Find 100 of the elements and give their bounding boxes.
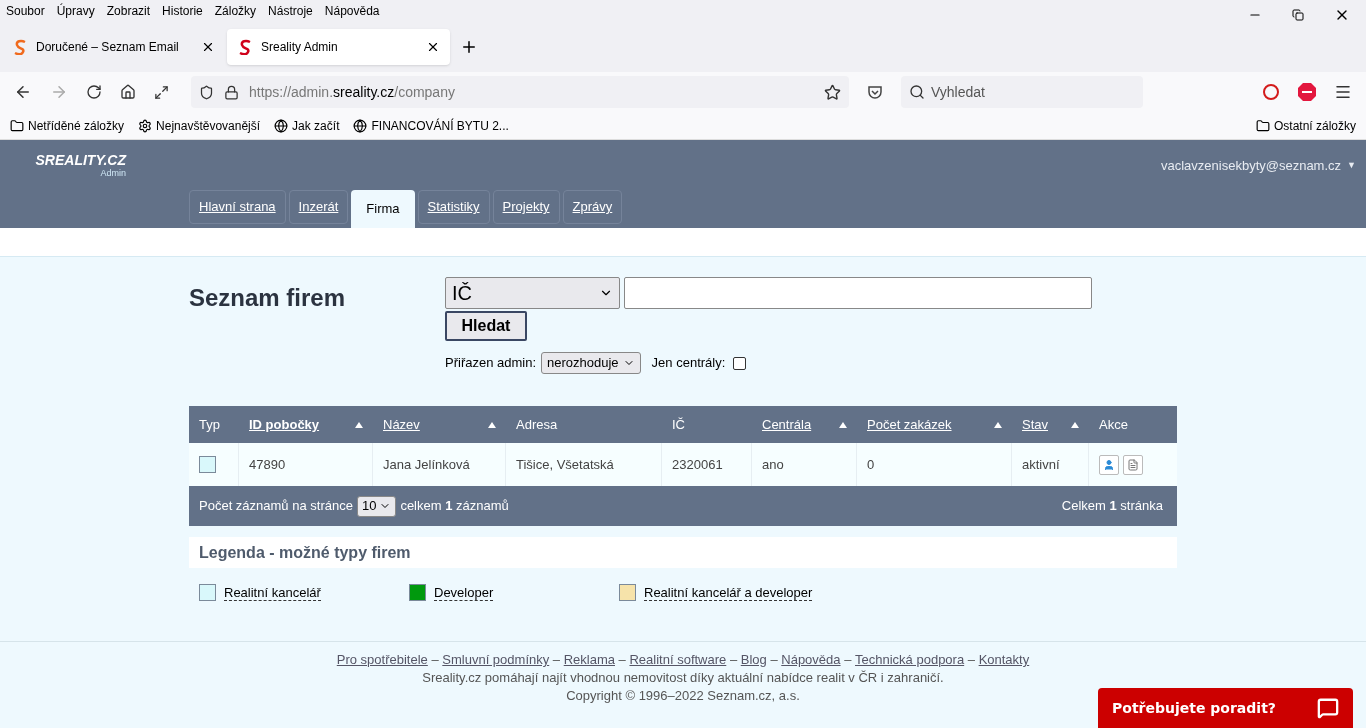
menu-item[interactable]: Soubor — [6, 2, 45, 20]
bookmark-star-icon[interactable] — [824, 83, 841, 101]
central-checkbox[interactable] — [733, 356, 747, 370]
sort-arrow-icon[interactable] — [994, 421, 1002, 428]
table-cell-text: 0 — [867, 455, 875, 474]
menu-item[interactable]: Záložky — [214, 2, 257, 20]
nav-tab[interactable]: Inzerát — [288, 190, 349, 224]
nav-tab[interactable]: Firma — [351, 190, 415, 228]
browser-tab[interactable]: Sreality Admin — [227, 29, 450, 65]
query-input[interactable] — [624, 277, 1092, 309]
footer-link[interactable]: Technická podpora — [855, 651, 965, 669]
table-cell-text: 2320061 — [672, 455, 723, 474]
footer-separator: – — [430, 651, 440, 669]
bookmark-item[interactable]: Ostatní záložky — [1255, 116, 1356, 135]
pocket-icon[interactable] — [867, 84, 883, 100]
column-header: Akce — [1099, 415, 1128, 434]
person-icon — [1103, 458, 1115, 471]
column-header[interactable]: Centrála — [762, 414, 812, 435]
sort-arrow-icon[interactable] — [488, 421, 496, 428]
footer-link[interactable]: Reklama — [563, 651, 615, 669]
field-select[interactable]: IČ — [445, 277, 620, 309]
new-tab-icon[interactable] — [460, 38, 478, 56]
chat-button[interactable]: Potřebujete poradit? — [1098, 688, 1353, 728]
reload-icon[interactable] — [86, 84, 102, 100]
footer-separator: – — [769, 651, 779, 669]
bookmark-item[interactable]: FINANCOVÁNÍ BYTU 2... — [353, 116, 509, 135]
back-icon[interactable] — [14, 83, 32, 101]
search-icon — [909, 84, 925, 100]
sort-arrow-icon[interactable] — [839, 421, 847, 428]
column-header: Typ — [199, 415, 220, 434]
bookmark-item[interactable]: Jak začít — [274, 116, 340, 135]
close-tab-icon[interactable] — [201, 40, 215, 54]
search-input[interactable]: Vyhledat — [931, 81, 1131, 103]
legend-label: Developer — [434, 584, 494, 601]
column-header[interactable]: Název — [383, 414, 420, 435]
menu-item[interactable]: Nástroje — [268, 2, 313, 20]
table-cell-text: 47890 — [249, 455, 286, 474]
footer-link[interactable]: Nápověda — [781, 651, 841, 669]
legend-label: Realitní kancelář a developer — [644, 584, 813, 601]
bookmark-item[interactable]: Nejnavštěvovanější — [138, 116, 261, 135]
menu-item[interactable]: Úpravy — [56, 2, 95, 20]
nav-tab[interactable]: Projekty — [492, 190, 560, 224]
table-cell-text: aktivní — [1022, 455, 1060, 474]
lock-icon — [224, 84, 239, 100]
document-action-button[interactable] — [1123, 454, 1143, 475]
footer-separator: – — [617, 651, 627, 669]
document-icon — [1127, 458, 1139, 471]
browser-tab[interactable]: Doručené – Seznam Email — [2, 29, 225, 65]
shield-icon[interactable] — [199, 84, 214, 100]
logo-subtitle: Admin — [100, 167, 126, 180]
expand-icon[interactable] — [154, 84, 169, 100]
sort-arrow-icon[interactable] — [1071, 421, 1079, 428]
records-total: celkem 1 záznamů — [400, 497, 509, 516]
menu-item[interactable]: Nápověda — [324, 2, 380, 20]
column-header[interactable]: Stav — [1022, 414, 1048, 435]
site-logo[interactable]: SREALITY.CZ — [35, 153, 126, 167]
sort-arrow-icon[interactable] — [355, 421, 363, 428]
globe-icon — [274, 118, 289, 133]
pages-total: Celkem 1 stránka — [1061, 497, 1164, 516]
tab-favicon-icon — [237, 39, 253, 55]
menu-icon[interactable] — [1334, 83, 1352, 101]
per-page-select[interactable]: 10 — [356, 495, 397, 517]
search-button[interactable]: Hledat — [445, 311, 527, 341]
table-cell-text: Jana Jelínková — [383, 455, 470, 474]
user-email[interactable]: vaclavzenisekbyty@seznam.cz — [1160, 156, 1342, 176]
footer-separator: – — [843, 651, 853, 669]
ring-extension-icon[interactable] — [1262, 83, 1280, 101]
chat-icon — [1317, 697, 1339, 719]
menu-item[interactable]: Zobrazit — [106, 2, 151, 20]
admin-label: Přiřazen admin: — [445, 354, 537, 373]
restore-icon[interactable] — [1292, 9, 1304, 21]
home-icon[interactable] — [120, 84, 136, 100]
bookmark-item[interactable]: Netříděné záložky — [10, 116, 125, 135]
legend-label: Realitní kancelář — [224, 584, 321, 601]
search-bar[interactable]: Vyhledat — [901, 76, 1143, 108]
admin-select[interactable]: nerozhoduje — [541, 352, 641, 374]
nav-tab[interactable]: Hlavní strana — [189, 190, 286, 224]
footer-link[interactable]: Smluvní podmínky — [442, 651, 550, 669]
folder-icon — [10, 118, 24, 133]
user-action-button[interactable] — [1099, 454, 1119, 475]
address-bar[interactable]: https://admin.sreality.cz/company — [191, 76, 849, 108]
column-header[interactable]: Počet zakázek — [867, 414, 952, 435]
footer-link[interactable]: Blog — [740, 651, 767, 669]
tab-favicon-icon — [12, 39, 28, 55]
footer-separator: – — [728, 651, 739, 669]
nav-tab[interactable]: Statistiky — [417, 190, 490, 224]
footer-link[interactable]: Pro spotřebitele — [336, 651, 428, 669]
gear-icon — [138, 118, 153, 133]
footer-text: Sreality.cz pomáhají najít vhodnou nemovitost díky aktuální nabídce realit v ČR i zahraničí. — [422, 669, 944, 687]
user-caret[interactable]: ▼ — [1347, 159, 1356, 173]
globe-icon — [353, 118, 368, 133]
footer-link[interactable]: Realitní software — [629, 651, 727, 669]
close-tab-icon[interactable] — [426, 40, 440, 54]
stop-sign-extension-icon[interactable] — [1298, 83, 1316, 101]
footer-link[interactable]: Kontakty — [978, 651, 1030, 669]
nav-tab[interactable]: Zprávy — [562, 190, 623, 224]
column-header: IČ — [672, 415, 685, 434]
menu-item[interactable]: Historie — [162, 2, 203, 20]
column-header[interactable]: ID pobočky — [249, 414, 320, 435]
legend-header: Legenda - možné typy firem — [189, 537, 1177, 568]
